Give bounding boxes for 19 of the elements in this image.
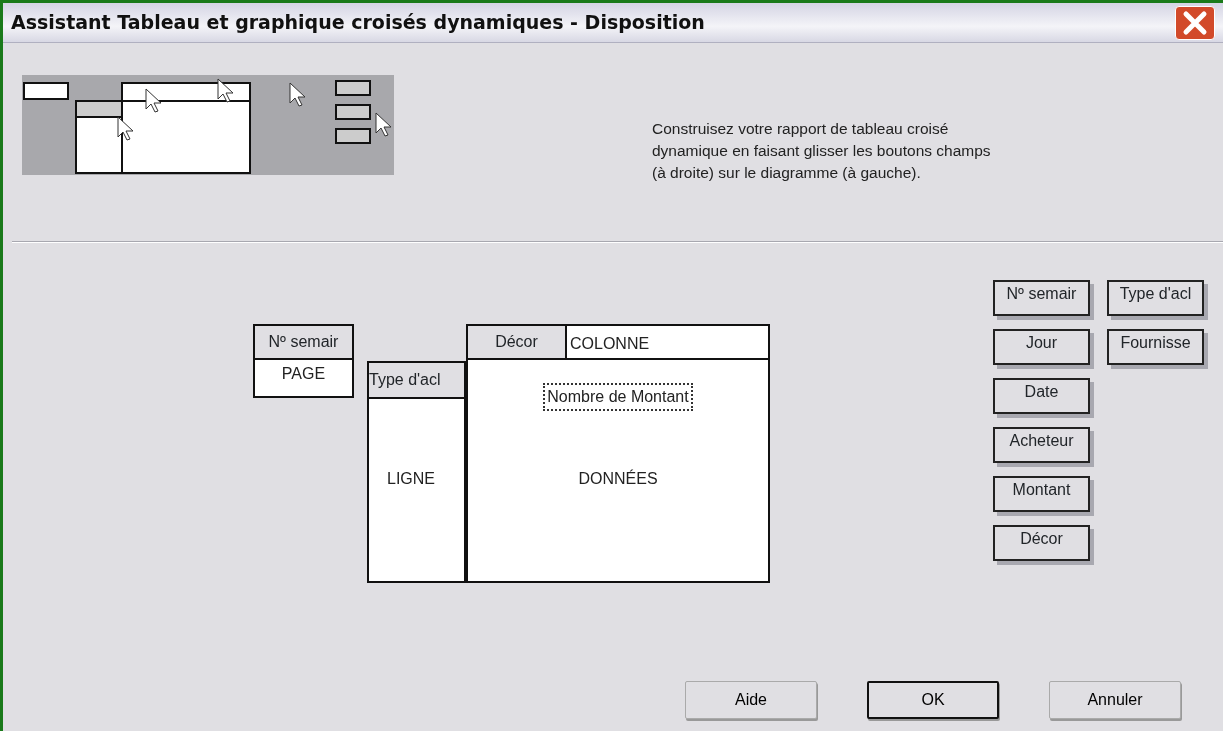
field-button[interactable]: Type d'acl [369, 363, 464, 399]
page-area-label: PAGE [281, 364, 326, 384]
field-button[interactable]: Décor [468, 326, 567, 358]
page-drop-area[interactable]: Nº semair PAGE [253, 324, 354, 398]
field-button[interactable]: Nº semair [255, 326, 352, 360]
close-button[interactable] [1175, 5, 1215, 40]
dialog-button[interactable]: OK [867, 681, 999, 719]
instruction-text: Construisez votre rapport de tableau croisé dynamique en faisant glisser les boutons champs (à droite) sur le diagramme (à gauche). [652, 119, 992, 183]
data-field[interactable]: Nombre de Montant [543, 383, 693, 411]
dialog-button[interactable]: Annuler [1049, 681, 1181, 719]
close-icon [1182, 9, 1208, 36]
dialog-button[interactable]: Aide [685, 681, 817, 719]
data-area-label: DONNÉES [578, 468, 658, 489]
data-drop-area[interactable]: Nombre de Montant DONNÉES [466, 358, 770, 583]
column-drop-area[interactable]: Décor COLONNE [466, 324, 770, 360]
column-area-label: COLONNE [570, 334, 650, 354]
row-drop-area[interactable]: Type d'acl LIGNE [367, 361, 466, 583]
row-area-label: LIGNE [387, 469, 436, 489]
window-title: Assistant Tableau et graphique croisés dynamiques - Disposition [11, 10, 705, 36]
